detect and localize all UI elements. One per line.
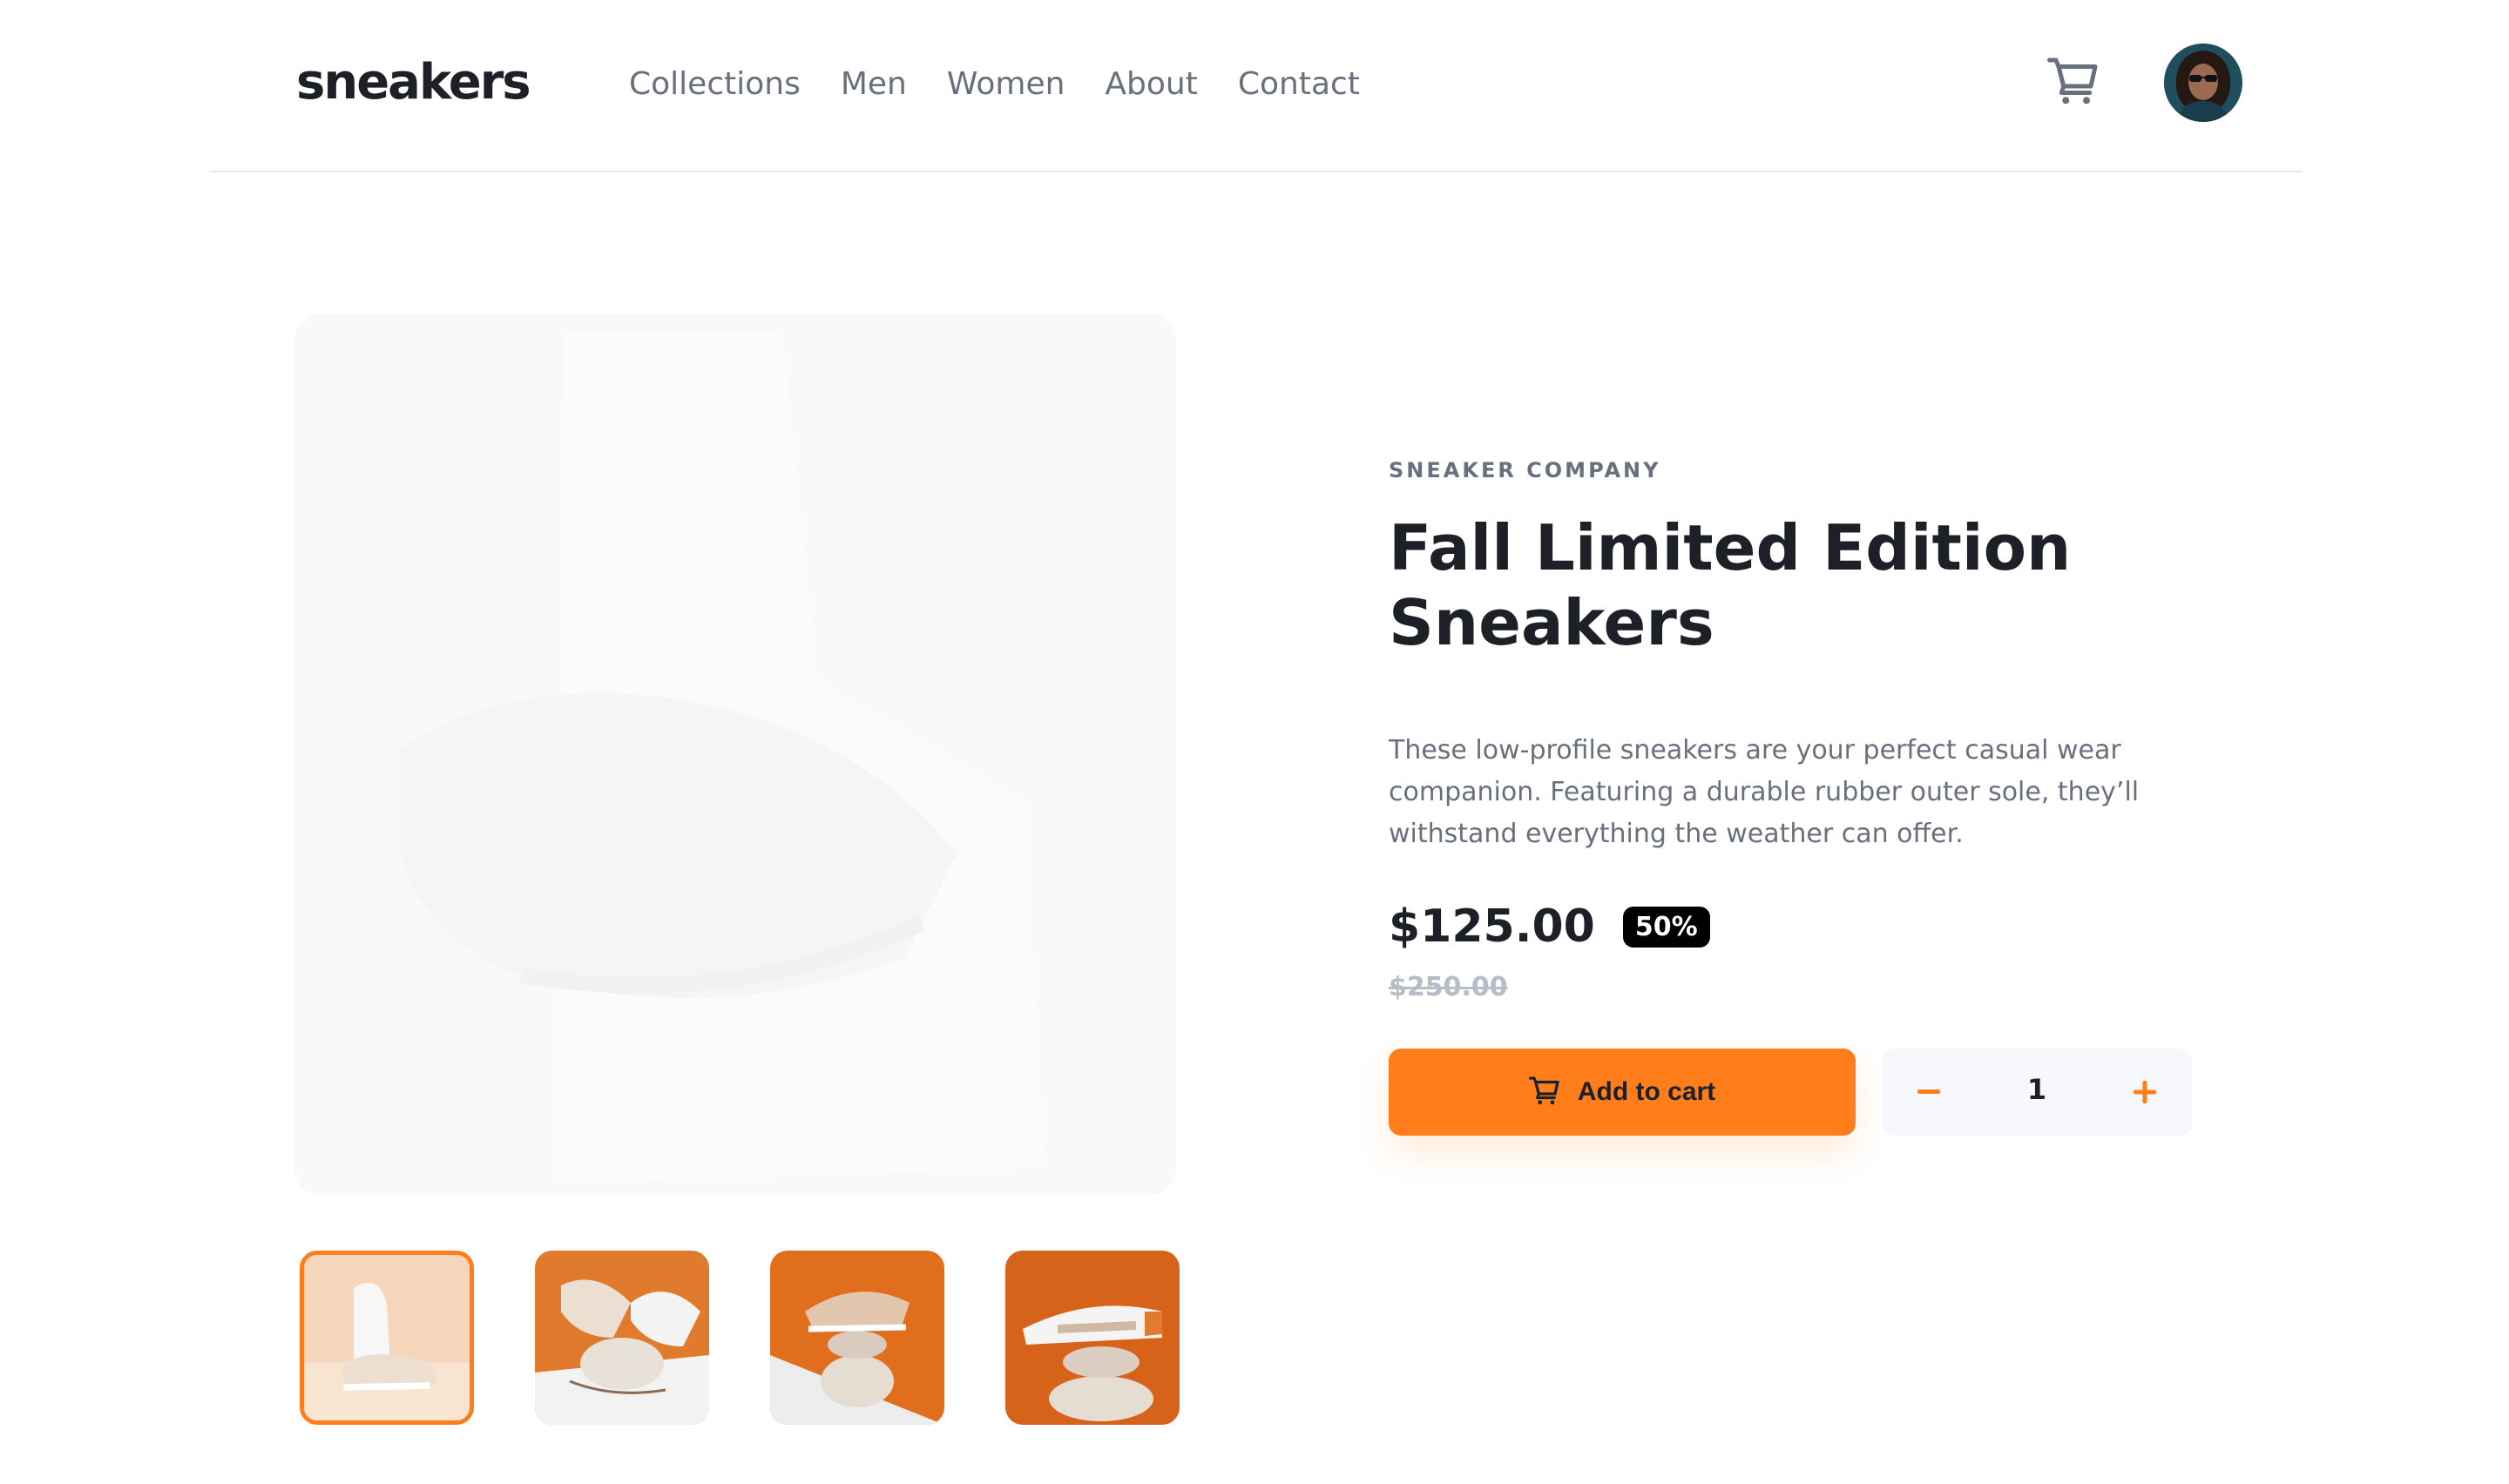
- nav-women[interactable]: Women: [947, 66, 1065, 102]
- main-nav: Collections Men Women About Contact: [629, 66, 1360, 102]
- nav-men[interactable]: Men: [841, 66, 907, 102]
- product-title-line1: Fall Limited Edition: [1389, 511, 2072, 584]
- logo[interactable]: sneakers: [296, 54, 531, 111]
- cart-icon[interactable]: [2047, 57, 2100, 106]
- nav-collections[interactable]: Collections: [629, 66, 801, 102]
- current-price: $125.00: [1389, 901, 1595, 953]
- product-title: Fall Limited Edition Sneakers: [1389, 510, 2173, 660]
- thumbnail-4[interactable]: [1005, 1251, 1180, 1425]
- product-page: sneakers Collections Men Women About Con…: [0, 0, 2509, 1484]
- thumbnail-1[interactable]: [300, 1251, 474, 1425]
- cart-icon: [1528, 1076, 1560, 1109]
- plus-icon[interactable]: [2119, 1066, 2171, 1118]
- price-row: $125.00 50%: [1389, 901, 1710, 953]
- thumbnail-2[interactable]: [535, 1251, 709, 1425]
- company-name: SNEAKER COMPANY: [1389, 458, 1661, 482]
- site-header: sneakers Collections Men Women About Con…: [211, 0, 2302, 172]
- main-product-image[interactable]: [294, 314, 1176, 1195]
- nav-contact[interactable]: Contact: [1238, 66, 1360, 102]
- add-to-cart-button[interactable]: Add to cart: [1389, 1049, 1856, 1136]
- discount-badge: 50%: [1622, 906, 1710, 948]
- thumbnail-list: [300, 1251, 1180, 1425]
- product-title-line2: Sneakers: [1389, 586, 1714, 659]
- original-price: $250.00: [1389, 972, 1508, 1002]
- add-to-cart-label: Add to cart: [1577, 1077, 1716, 1106]
- product-description: These low-profile sneakers are your perf…: [1389, 735, 2140, 849]
- avatar[interactable]: [2164, 44, 2242, 122]
- thumbnail-3[interactable]: [770, 1251, 944, 1425]
- nav-about[interactable]: About: [1105, 66, 1197, 102]
- quantity-stepper: 1: [1882, 1049, 2192, 1136]
